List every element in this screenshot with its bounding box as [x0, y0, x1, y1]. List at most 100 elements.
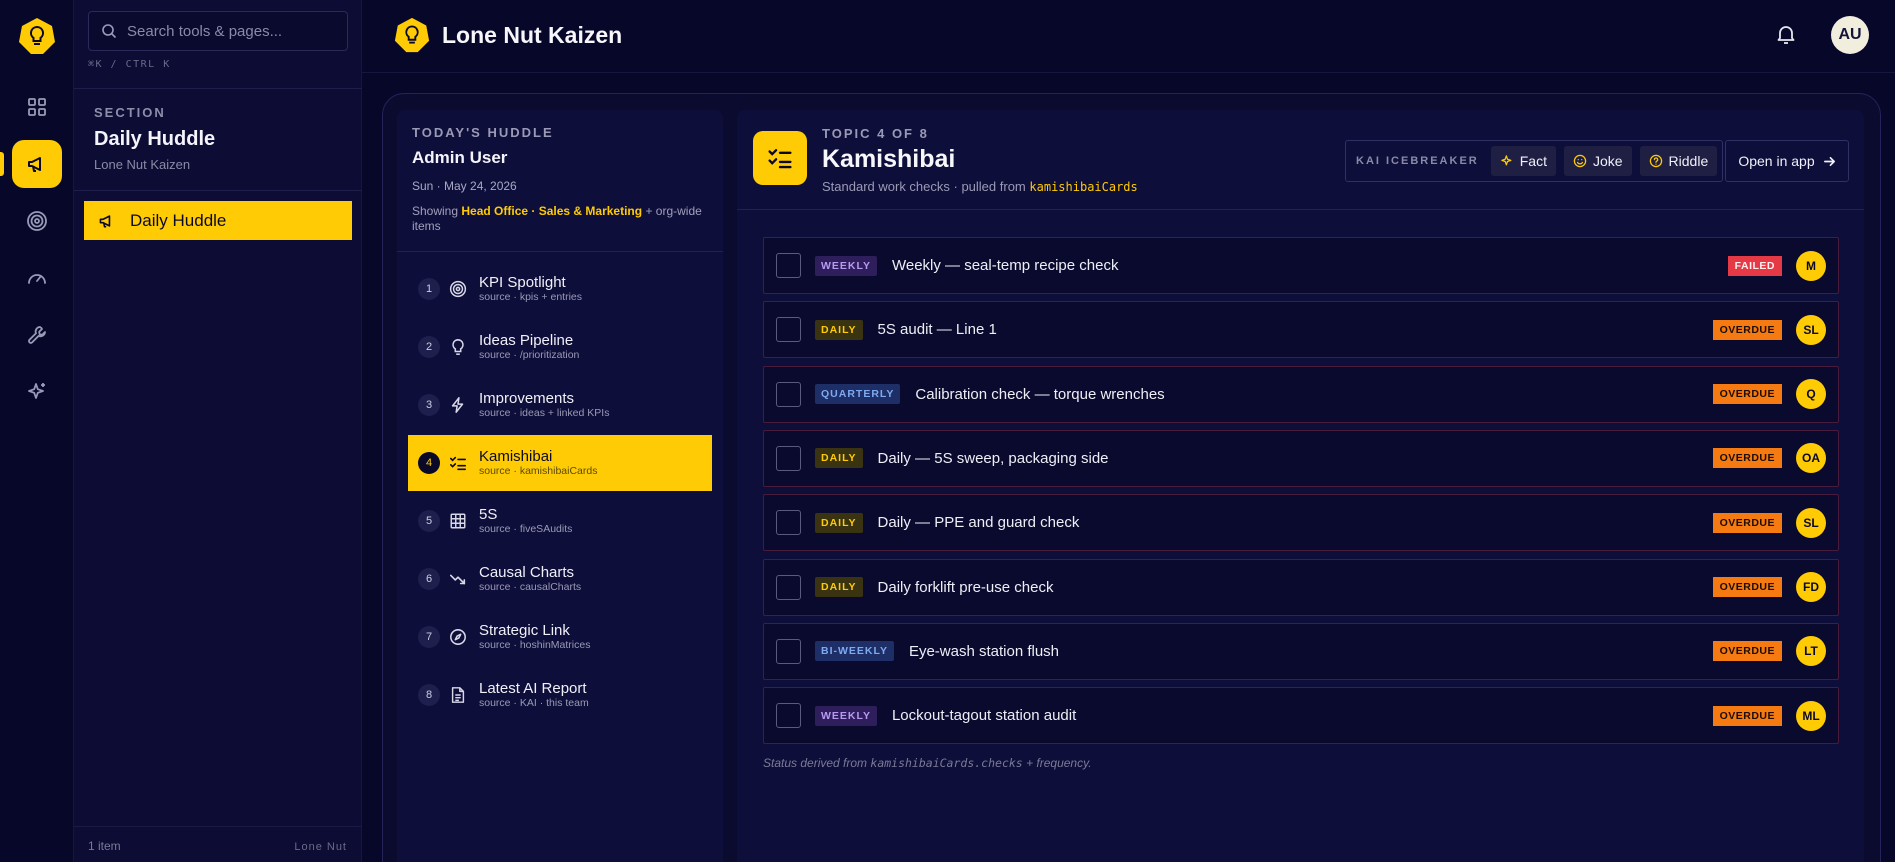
- status-badge: OVERDUE: [1712, 319, 1782, 340]
- grid-icon: [27, 97, 47, 117]
- check-checkbox[interactable]: [776, 510, 801, 536]
- topic-kamishibai[interactable]: 4 Kamishibai source · kamishibaiCards: [408, 435, 712, 491]
- status-footnote: Status derived from kamishibaiCards.chec…: [763, 756, 1092, 770]
- search-input[interactable]: [127, 22, 337, 40]
- kamishibai-check-row[interactable]: QUARTERLY Calibration check — torque wren…: [763, 365, 1839, 423]
- compass-icon: [449, 628, 467, 646]
- check-title: Eye-wash station flush: [908, 642, 1060, 660]
- topic-number: 3: [418, 394, 440, 416]
- kamishibai-check-row[interactable]: WEEKLY Lockout-tagout station audit OVERDU…: [763, 687, 1839, 745]
- smiley-icon: [1573, 154, 1587, 168]
- rail-dashboard-button[interactable]: [12, 83, 62, 131]
- icebreaker-fact-button[interactable]: Fact: [1490, 146, 1556, 176]
- footnote-prefix: Status derived from: [763, 756, 868, 770]
- rail-metrics-button[interactable]: [12, 254, 62, 302]
- check-checkbox[interactable]: [776, 445, 801, 471]
- icebreaker-joke-button[interactable]: Joke: [1563, 146, 1632, 176]
- topic-ideas-pipeline[interactable]: 2 Ideas Pipeline source · /prioritization: [408, 319, 712, 375]
- owner-avatar[interactable]: M: [1796, 250, 1826, 281]
- user-avatar[interactable]: AU: [1831, 16, 1869, 54]
- check-title: Daily — PPE and guard check: [877, 514, 1080, 532]
- topic-number: 6: [418, 568, 440, 590]
- rail-ai-button[interactable]: [12, 368, 62, 416]
- topic-improvements[interactable]: 3 Improvements source · ideas + linked KP…: [408, 377, 712, 433]
- topic-title: KPI Spotlight: [479, 274, 566, 291]
- topic-title: Ideas Pipeline: [479, 332, 574, 349]
- check-title: Daily forklift pre-use check: [877, 578, 1054, 596]
- check-checkbox[interactable]: [776, 317, 801, 343]
- rail-kpi-button[interactable]: [12, 197, 62, 245]
- kamishibai-check-row[interactable]: DAILY Daily forklift pre-use check OVERDUE…: [763, 558, 1839, 616]
- icebreaker-riddle-button[interactable]: Riddle: [1639, 146, 1718, 176]
- target-icon: [26, 210, 48, 232]
- check-title: Weekly — seal-temp recipe check: [891, 257, 1119, 274]
- status-badge: OVERDUE: [1712, 448, 1782, 469]
- section-subtitle: Lone Nut Kaizen: [94, 157, 191, 172]
- brand-logo-icon[interactable]: [393, 16, 431, 54]
- footnote-code: kamishibaiCards.checks: [870, 756, 1023, 770]
- top-bar: Lone Nut Kaizen AU: [362, 0, 1895, 73]
- active-rail-marker: [0, 152, 4, 176]
- megaphone-icon: [98, 212, 116, 230]
- topic-causal-charts[interactable]: 6 Causal Charts source · causalCharts: [408, 551, 712, 607]
- sidebar-item-count: 1 item: [88, 839, 121, 853]
- target-icon: [449, 280, 467, 298]
- owner-avatar[interactable]: Q: [1796, 379, 1826, 410]
- scope-prefix: Showing: [412, 204, 459, 218]
- divider: [737, 209, 1864, 210]
- app-logo-icon[interactable]: [17, 16, 57, 56]
- check-checkbox[interactable]: [776, 703, 801, 729]
- check-checkbox[interactable]: [776, 638, 801, 664]
- kamishibai-check-row[interactable]: WEEKLY Weekly — seal-temp recipe check FAI…: [763, 237, 1839, 294]
- topic-number: 5: [418, 510, 440, 532]
- topic-number: 7: [418, 626, 440, 648]
- frequency-badge: WEEKLY: [815, 255, 877, 276]
- topic-latest-ai-report[interactable]: 8 Latest AI Report source · KAI · this te…: [408, 667, 712, 723]
- check-checkbox[interactable]: [776, 253, 801, 278]
- frequency-badge: DAILY: [815, 512, 863, 533]
- subtitle-prefix: Standard work checks · pulled from: [822, 179, 1026, 194]
- owner-avatar[interactable]: LT: [1796, 636, 1826, 667]
- check-checkbox[interactable]: [776, 574, 801, 600]
- topic-kpi-spotlight[interactable]: 1 KPI Spotlight source · kpis + entries: [408, 261, 712, 317]
- topic-number: 8: [418, 684, 440, 706]
- owner-avatar[interactable]: FD: [1796, 572, 1826, 602]
- topic-5s[interactable]: 5 5S source · fiveSAudits: [408, 493, 712, 549]
- rail-tools-button[interactable]: [12, 311, 62, 359]
- kamishibai-check-row[interactable]: DAILY 5S audit — Line 1 OVERDUE SL: [763, 301, 1839, 359]
- status-badge: OVERDUE: [1712, 641, 1782, 662]
- owner-avatar[interactable]: OA: [1796, 443, 1826, 474]
- rail-huddle-button[interactable]: [12, 140, 62, 188]
- open-in-app-button[interactable]: Open in app: [1725, 140, 1849, 182]
- kamishibai-check-row[interactable]: DAILY Daily — PPE and guard check OVERDUE S…: [763, 494, 1839, 552]
- topic-source: source · hoshinMatrices: [479, 639, 591, 651]
- huddle-eyebrow: TODAY'S HUDDLE: [412, 125, 554, 140]
- topic-title: Strategic Link: [479, 622, 570, 639]
- frequency-badge: QUARTERLY: [815, 384, 901, 405]
- kamishibai-check-row[interactable]: DAILY Daily — 5S sweep, packaging side OVE…: [763, 429, 1839, 487]
- search-box[interactable]: [88, 11, 348, 51]
- huddle-scope: Showing Head Office · Sales & Marketing …: [412, 204, 702, 234]
- frequency-badge: DAILY: [815, 319, 863, 340]
- huddle-date: Sun · May 24, 2026: [412, 179, 517, 193]
- topic-title: 5S: [479, 506, 498, 523]
- divider: [74, 88, 362, 89]
- document-icon: [449, 686, 467, 704]
- frequency-badge: DAILY: [815, 577, 863, 597]
- owner-avatar[interactable]: SL: [1796, 507, 1826, 538]
- sidebar-item-daily-huddle[interactable]: Daily Huddle: [84, 201, 352, 240]
- topic-counter: TOPIC 4 OF 8: [822, 126, 929, 141]
- topic-subtitle: Standard work checks · pulled from kamis…: [822, 179, 1138, 194]
- button-label: Fact: [1519, 153, 1547, 169]
- kamishibai-check-row[interactable]: BI-WEEKLY Eye-wash station flush OVERDUE LT: [763, 622, 1839, 680]
- topic-title: Kamishibai: [822, 145, 956, 173]
- topic-strategic-link[interactable]: 7 Strategic Link source · hoshinMatrices: [408, 609, 712, 665]
- topic-number: 2: [418, 336, 440, 358]
- owner-avatar[interactable]: SL: [1796, 314, 1826, 345]
- owner-avatar[interactable]: ML: [1796, 700, 1826, 731]
- topic-title: Kamishibai: [479, 448, 553, 465]
- notifications-bell-icon[interactable]: [1774, 22, 1798, 46]
- kamishibai-panel: TOPIC 4 OF 8 Kamishibai Standard work ch…: [737, 110, 1864, 862]
- button-label: Riddle: [1668, 153, 1709, 169]
- check-checkbox[interactable]: [776, 381, 801, 407]
